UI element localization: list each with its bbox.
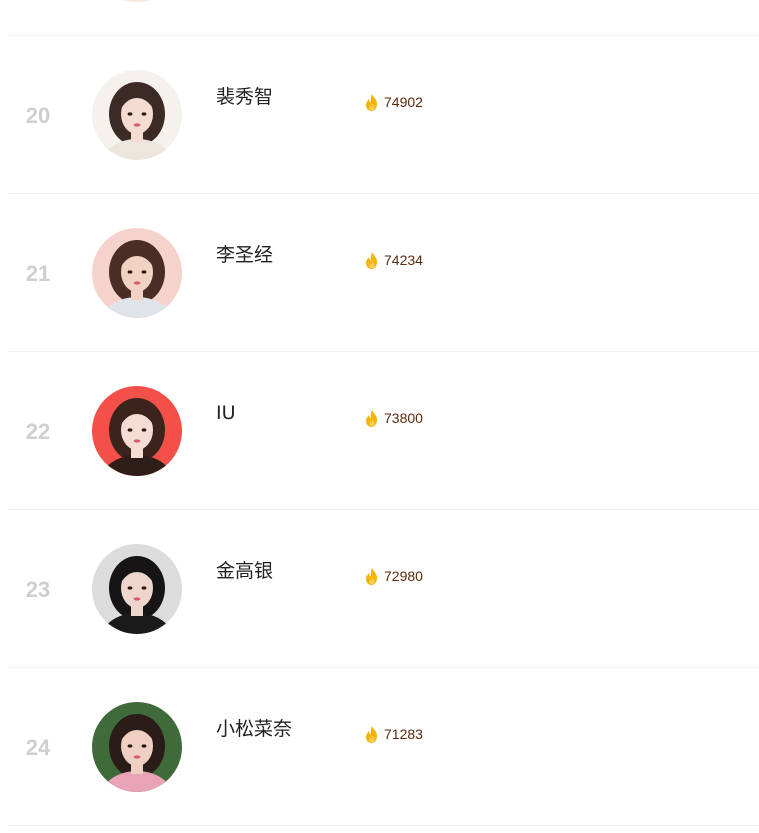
avatar[interactable] [92, 702, 182, 792]
heat-score: 74234 [365, 250, 423, 270]
heat-value: 74234 [384, 252, 423, 268]
flame-icon [365, 409, 379, 427]
ranking-row[interactable] [8, 0, 759, 36]
heat-score: 73800 [365, 408, 423, 428]
heat-score: 74902 [365, 92, 423, 112]
flame-icon [365, 93, 379, 111]
ranking-row[interactable]: 24 小松菜奈 71283 [8, 668, 759, 826]
heat-value: 74902 [384, 94, 423, 110]
celebrity-name[interactable]: IU [216, 401, 236, 425]
flame-icon [365, 251, 379, 269]
ranking-row[interactable]: 23 金高银 72980 [8, 510, 759, 668]
celebrity-name[interactable]: 李圣经 [216, 243, 273, 267]
rank-number: 23 [25, 577, 51, 602]
avatar[interactable] [92, 70, 182, 160]
rank-number: 22 [25, 419, 51, 444]
heat-score: 72980 [365, 566, 423, 586]
flame-icon [365, 725, 379, 743]
flame-icon [365, 567, 379, 585]
heat-value: 71283 [384, 726, 423, 742]
heat-score: 71283 [365, 724, 423, 744]
avatar[interactable] [92, 544, 182, 634]
celebrity-name[interactable]: 裴秀智 [216, 85, 273, 109]
rank-number: 24 [25, 735, 51, 760]
ranking-row[interactable]: 22 IU 73800 [8, 352, 759, 510]
heat-value: 73800 [384, 410, 423, 426]
rank-number: 21 [25, 261, 51, 286]
ranking-row[interactable]: 21 李圣经 74234 [8, 194, 759, 352]
celebrity-name[interactable]: 小松菜奈 [216, 717, 292, 741]
rank-number: 20 [25, 103, 51, 128]
avatar[interactable] [92, 0, 182, 2]
avatar[interactable] [92, 228, 182, 318]
celebrity-name[interactable]: 金高银 [216, 559, 273, 583]
heat-value: 72980 [384, 568, 423, 584]
avatar[interactable] [92, 386, 182, 476]
ranking-list: 20 裴秀智 74902 21 李圣经 74234 22 IU 73800 23 金高银 72980 2… [8, 0, 759, 826]
ranking-row[interactable]: 20 裴秀智 74902 [8, 36, 759, 194]
